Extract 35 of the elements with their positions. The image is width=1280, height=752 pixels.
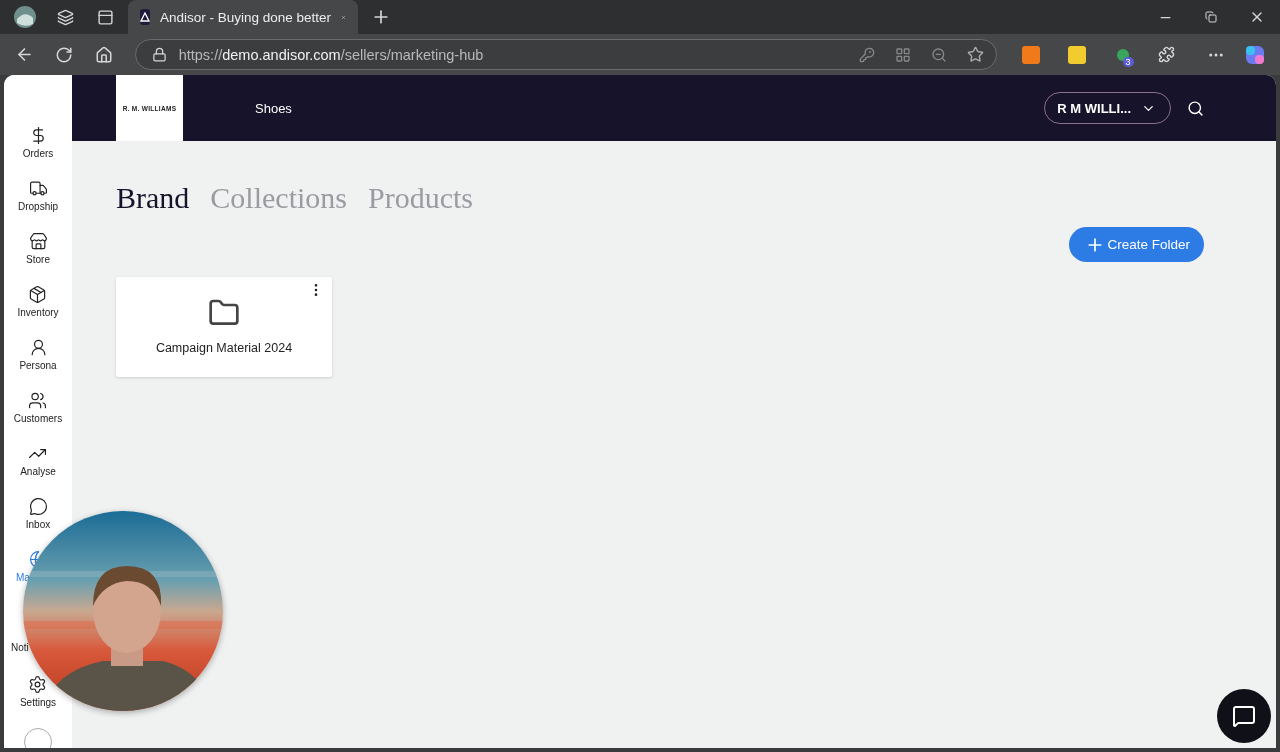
- chat-button[interactable]: [1217, 689, 1271, 743]
- sidebar-item[interactable]: Noti: [11, 642, 29, 653]
- sidebar-item[interactable]: Persona: [19, 338, 57, 371]
- sidebar-item[interactable]: Store: [26, 232, 50, 265]
- box-icon: [28, 285, 48, 304]
- users-icon: [28, 391, 48, 410]
- chat-icon: [1232, 704, 1256, 728]
- chat-icon: [28, 497, 48, 516]
- sidebar-item[interactable]: Customers: [13, 391, 63, 424]
- extension-icon[interactable]: [1068, 45, 1087, 64]
- sidebar-item[interactable]: Inbox: [25, 497, 51, 530]
- page-tab[interactable]: Brand: [116, 181, 190, 215]
- grid-icon[interactable]: [894, 46, 911, 63]
- sidebar-item[interactable]: Orders: [22, 126, 54, 159]
- favicon-icon: [140, 9, 150, 25]
- address-bar[interactable]: https://demo.andisor.com/sellers/marketing-hub: [134, 39, 997, 70]
- nav-link[interactable]: Shoes: [255, 100, 292, 116]
- lock-icon: [151, 47, 167, 62]
- settings-icon: [28, 675, 48, 694]
- truck-icon: [28, 179, 48, 198]
- create-folder-button[interactable]: Create Folder: [1069, 227, 1204, 262]
- sidebar-item[interactable]: Settings: [19, 675, 57, 708]
- sidebar-item[interactable]: Inventory: [17, 285, 59, 318]
- search-icon[interactable]: [1187, 99, 1204, 117]
- zoom-out-icon[interactable]: [930, 46, 947, 63]
- folder-card[interactable]: Campaign Material 2024: [116, 277, 332, 377]
- sidebar-item[interactable]: Dropship: [18, 179, 58, 212]
- browser-tab[interactable]: Andisor - Buying done better: [128, 0, 358, 34]
- folder-name: Campaign Material 2024: [155, 341, 293, 355]
- key-icon[interactable]: [858, 46, 875, 63]
- extension-icon[interactable]: [1022, 45, 1041, 64]
- sidebar-item[interactable]: Analyse: [20, 444, 56, 477]
- count-badge: 3: [1122, 56, 1134, 67]
- star-icon[interactable]: [966, 46, 984, 63]
- store-icon: [28, 232, 48, 251]
